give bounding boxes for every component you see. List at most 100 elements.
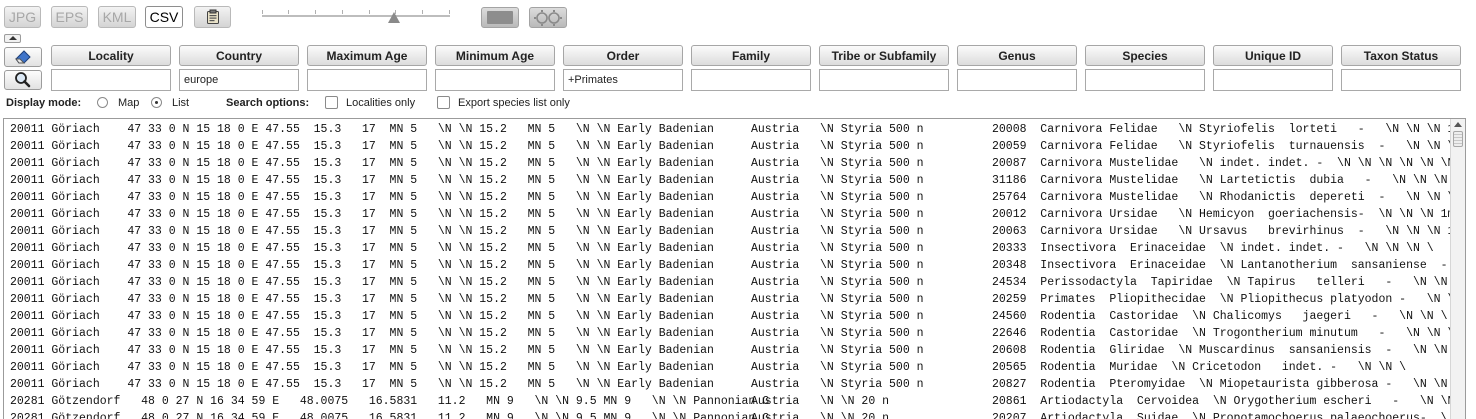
column-header-species[interactable]: Species [1085, 45, 1205, 66]
results-list[interactable]: 20011 Göriach 47 33 0 N 15 18 0 E 47.55 … [3, 118, 1466, 419]
row-text: Austria \N \N 20 n [751, 412, 890, 419]
table-row: 20011 Göriach 47 33 0 N 15 18 0 E 47.55 … [4, 223, 1450, 240]
row-text: 20011 Göriach 47 33 0 N 15 18 0 E 47.55 … [10, 378, 714, 391]
row-text: 20011 Göriach 47 33 0 N 15 18 0 E 47.55 … [10, 123, 714, 136]
export-species-label: Export species list only [458, 97, 570, 109]
filter-input-taxon-status[interactable] [1341, 69, 1461, 91]
table-row: 20011 Göriach 47 33 0 N 15 18 0 E 47.55 … [4, 274, 1450, 291]
table-row: 20011 Göriach 47 33 0 N 15 18 0 E 47.55 … [4, 308, 1450, 325]
slider-tick [342, 10, 343, 14]
column-header-minimum-age[interactable]: Minimum Age [435, 45, 555, 66]
slider-track [262, 15, 450, 18]
map-radio[interactable] [97, 97, 108, 108]
gears-icon [534, 10, 562, 26]
row-text: Austria \N Styria 500 n [751, 174, 924, 187]
row-text: 20011 Göriach 47 33 0 N 15 18 0 E 47.55 … [10, 157, 714, 170]
column-header-locality[interactable]: Locality [51, 45, 171, 66]
table-row: 20011 Göriach 47 33 0 N 15 18 0 E 47.55 … [4, 257, 1450, 274]
slider-thumb[interactable] [387, 12, 400, 23]
collapse-toolbar-button[interactable] [4, 34, 21, 43]
filter-input-species[interactable] [1085, 69, 1205, 91]
zoom-slider[interactable] [262, 8, 452, 23]
magnifier-icon [15, 72, 31, 88]
column-header-maximum-age[interactable]: Maximum Age [307, 45, 427, 66]
row-text: 20011 Göriach 47 33 0 N 15 18 0 E 47.55 … [10, 259, 714, 272]
blank-panel-icon [487, 11, 513, 24]
clear-filters-button[interactable] [4, 47, 42, 67]
search-button[interactable] [4, 70, 42, 90]
row-text: Austria \N Styria 500 n [751, 378, 924, 391]
vertical-scrollbar[interactable] [1450, 119, 1465, 419]
column-header-taxon-status[interactable]: Taxon Status [1341, 45, 1461, 66]
settings-button[interactable] [529, 7, 567, 28]
row-text: Austria \N \N 20 n [751, 395, 890, 408]
table-row: 20011 Göriach 47 33 0 N 15 18 0 E 47.55 … [4, 189, 1450, 206]
row-text: 20011 Göriach 47 33 0 N 15 18 0 E 47.55 … [10, 174, 714, 187]
filter-input-country[interactable] [179, 69, 299, 91]
table-row: 20281 Götzendorf 48 0 27 N 16 34 59 E 48… [4, 393, 1450, 410]
filter-input-unique-id[interactable] [1213, 69, 1333, 91]
row-text: 20011 Göriach 47 33 0 N 15 18 0 E 47.55 … [10, 361, 714, 374]
row-text: Austria \N Styria 500 n [751, 293, 924, 306]
table-row: 20011 Göriach 47 33 0 N 15 18 0 E 47.55 … [4, 325, 1450, 342]
filter-input-genus[interactable] [957, 69, 1077, 91]
clipboard-button[interactable] [194, 6, 231, 28]
table-row: 20011 Göriach 47 33 0 N 15 18 0 E 47.55 … [4, 172, 1450, 189]
row-text: 20565 Rodentia Muridae \N Cricetodon ind… [992, 361, 1407, 374]
row-text: 20011 Göriach 47 33 0 N 15 18 0 E 47.55 … [10, 208, 714, 221]
scrollbar-thumb[interactable] [1453, 131, 1463, 147]
row-text: Austria \N Styria 500 n [751, 140, 924, 153]
list-radio[interactable] [151, 97, 162, 108]
results-rows: 20011 Göriach 47 33 0 N 15 18 0 E 47.55 … [4, 121, 1450, 419]
scroll-up-icon[interactable] [1454, 122, 1462, 127]
row-text: 20011 Göriach 47 33 0 N 15 18 0 E 47.55 … [10, 327, 714, 340]
filter-input-tribe-or-subfamily[interactable] [819, 69, 949, 91]
table-row: 20011 Göriach 47 33 0 N 15 18 0 E 47.55 … [4, 206, 1450, 223]
row-text: Austria \N Styria 500 n [751, 344, 924, 357]
column-header-tribe-or-subfamily[interactable]: Tribe or Subfamily [819, 45, 949, 66]
export-eps-button[interactable]: EPS [51, 6, 88, 28]
row-text: Austria \N Styria 500 n [751, 310, 924, 323]
row-text: Austria \N Styria 500 n [751, 259, 924, 272]
slider-tick [288, 10, 289, 14]
row-text: 31186 Carnivora Mustelidae \N Larteticti… [992, 174, 1450, 187]
table-row: 20011 Göriach 47 33 0 N 15 18 0 E 47.55 … [4, 342, 1450, 359]
slider-tick [369, 10, 370, 14]
row-text: Austria \N Styria 500 n [751, 208, 924, 221]
column-header-family[interactable]: Family [691, 45, 811, 66]
row-text: 20012 Carnivora Ursidae \N Hemicyon goer… [992, 208, 1450, 221]
row-text: Austria \N Styria 500 n [751, 157, 924, 170]
filter-input-locality[interactable] [51, 69, 171, 91]
table-row: 20011 Göriach 47 33 0 N 15 18 0 E 47.55 … [4, 138, 1450, 155]
filter-input-minimum-age[interactable] [435, 69, 555, 91]
export-csv-button[interactable]: CSV [145, 6, 183, 28]
column-header-unique-id[interactable]: Unique ID [1213, 45, 1333, 66]
table-row: 20011 Göriach 47 33 0 N 15 18 0 E 47.55 … [4, 376, 1450, 393]
slider-tick [449, 10, 450, 14]
column-header-country[interactable]: Country [179, 45, 299, 66]
filter-input-order[interactable] [563, 69, 683, 91]
row-text: Austria \N Styria 500 n [751, 123, 924, 136]
row-text: 20011 Göriach 47 33 0 N 15 18 0 E 47.55 … [10, 225, 714, 238]
row-text: 22646 Rodentia Castoridae \N Trogontheri… [992, 327, 1450, 340]
row-text: Austria \N Styria 500 n [751, 276, 924, 289]
row-text: 20059 Carnivora Felidae \N Styriofelis t… [992, 140, 1450, 153]
eraser-icon [15, 50, 31, 64]
filter-input-maximum-age[interactable] [307, 69, 427, 91]
column-header-order[interactable]: Order [563, 45, 683, 66]
list-radio-label: List [172, 97, 190, 109]
row-text: 20011 Göriach 47 33 0 N 15 18 0 E 47.55 … [10, 242, 714, 255]
search-options-label: Search options: [226, 97, 310, 109]
clipboard-icon [206, 9, 219, 24]
export-species-checkbox[interactable] [437, 96, 450, 109]
column-header-genus[interactable]: Genus [957, 45, 1077, 66]
table-row: 20011 Göriach 47 33 0 N 15 18 0 E 47.55 … [4, 359, 1450, 376]
refresh-map-button[interactable] [481, 7, 519, 28]
row-text: 24560 Rodentia Castoridae \N Chalicomys … [992, 310, 1448, 323]
export-jpg-button[interactable]: JPG [4, 6, 41, 28]
localities-only-checkbox[interactable] [325, 96, 338, 109]
row-text: 20348 Insectivora Erinaceidae \N Lantano… [992, 259, 1450, 272]
display-mode-label: Display mode: [6, 97, 82, 109]
filter-input-family[interactable] [691, 69, 811, 91]
export-kml-button[interactable]: KML [98, 6, 136, 28]
